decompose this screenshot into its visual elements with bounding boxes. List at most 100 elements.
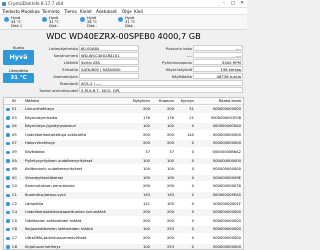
cell-attribute: Pyöritysyrityksen uudelleenyritykset [25,158,93,163]
drive-tab-2[interactable]: Hyvä 31 °C Disk - [40,16,76,29]
close-button[interactable]: ✕ [238,1,246,6]
health-dot-icon [80,17,85,22]
table-row[interactable]: C7 UltraDMA-tarkistussummavirheet 200 200 0 0… [4,235,243,242]
cell-raw: 00000000B6A2 [212,150,241,154]
col-threshold[interactable]: Kynnys [176,99,194,103]
table-row[interactable]: 05 Uudelleenkartoitettuja sektoreita 200 20… [4,132,243,139]
table-row[interactable]: C0 Sammutuksen peruutuksia 200 200 0 00000000… [4,183,243,190]
firmware-value: 80.00A80 [79,45,139,51]
cell-id: C7 [12,236,17,240]
cell-raw: 0000000000A0 [212,124,241,129]
cell-id: 04 [12,124,17,129]
temperature-badge[interactable]: 31 °C [3,73,34,83]
drive-model: WDC WD40EZRX-00SPEB0 4000,7 GB [46,31,201,41]
table-row[interactable]: 0C Virrankytkentäkerrat 100 100 0 00000000009… [4,174,243,182]
interface-value: Serial ATA [79,59,139,65]
col-id[interactable]: ID [12,99,16,103]
cell-current: 200 [142,107,150,111]
cell-threshold: 0 [191,158,194,163]
cell-current: 100 [142,167,150,172]
cell-raw: 000000000000 [212,158,241,163]
drive-tab-1[interactable]: Hyvä 34 °C Disk 1 [2,16,38,29]
menu-settings[interactable]: Asetukset [96,9,117,14]
cell-worst: 100 [166,124,174,129]
table-row[interactable]: 04 Käynnistys-/pysäytyslaskuri 100 100 0 0000… [4,123,243,130]
standard-value: ACS-2 | ---- [79,80,243,86]
cell-id: 0A [12,158,17,163]
cell-id: C2 [12,201,17,206]
table-row[interactable]: 09 Käyttöaika 37 37 0 00000000B6A2 [4,149,243,156]
table-row[interactable]: 01 Lukuvirhetiheys 200 200 51 000000000000 [4,106,243,113]
table-row[interactable]: C6 Korjaamattomien sektoreiden määrä 100 25… [4,226,243,233]
transfer-mode-value: SATA/600 | SATA/600 [79,66,139,72]
cell-attribute: Odottavien sektoreiden määrä [25,218,82,223]
serial-label: Sarjanumero [53,53,78,58]
power-on-hours-label: Käyttöaika [171,74,192,79]
menu-edit[interactable]: Muokkaa [21,9,40,14]
firmware-label: Laiteohjelmisto [48,46,78,51]
cell-current: 200 [142,132,150,137]
cell-threshold: 0 [191,175,194,180]
cell-id: C8 [12,244,17,249]
cell-attribute: Uudelleenkartoitettuja sektoreita [25,132,87,137]
health-dot-icon [42,17,47,22]
table-row[interactable]: 0A Pyöritysyrityksen uudelleenyritykset 10… [4,157,243,165]
cell-threshold: 0 [191,184,194,189]
col-current[interactable]: Nykyinen [130,99,150,103]
table-row[interactable]: C2 Lämpötila 121 105 0 00000000001F [4,201,243,208]
title-bar: CrystalDiskInfo 8.17.7 x64 – □ ✕ [0,0,247,8]
cell-raw: 000000005EA5 [212,193,241,197]
cell-worst: 176 [166,115,174,120]
status-dot-icon [6,227,10,232]
cell-threshold: 0 [191,218,194,223]
menu-disk[interactable]: Kielet [80,9,92,14]
cell-worst: 253 [166,227,174,232]
cell-worst: 200 [166,218,174,223]
cell-worst: 200 [166,184,174,189]
table-row[interactable]: 03 Käynnistymisaika 176 176 21 0000000001F08 [4,115,243,122]
cell-worst: 200 [166,236,174,240]
cell-attribute: Kirjoitusvirhetiheys [25,244,61,249]
cell-worst: 100 [166,167,174,172]
empty-value: ---- [193,52,243,58]
health-dot-icon [118,17,123,22]
smart-attributes-table: ID Määrite Nykyinen Huonoin Kynnys Raaka… [3,97,244,250]
cell-worst: 200 [166,132,174,137]
cell-current: 100 [142,175,150,180]
cell-raw: 000000000000 [212,107,241,111]
cell-raw: 000000000000 [212,167,241,172]
menu-function[interactable]: Toiminto [42,9,60,14]
health-status-badge[interactable]: Hyvä [3,50,34,65]
menu-help[interactable]: Ohje [122,9,132,14]
drive-tab-3[interactable]: Hyvä 28 °C Disk - [78,16,114,29]
menu-language[interactable]: Kieli [134,9,143,14]
cell-raw: 00000000009E [212,175,241,180]
table-row[interactable]: C5 Odottavien sektoreiden määrä 200 200 0 000… [4,218,243,225]
table-row[interactable]: 07 Hakuvirhetiheys 200 200 0 000000000000 [4,140,243,147]
drive-letter-value [79,73,139,79]
status-dot-icon [6,202,10,206]
table-row[interactable]: 0B Kalibroinnin uudelleenyritykset 100 100 0… [4,166,243,173]
col-raw[interactable]: Raaka arvot [197,99,241,103]
cell-worst: 200 [166,210,174,215]
menu-file[interactable]: Tiedosto [2,9,20,14]
standard-label: Standardi [59,81,78,86]
cell-threshold: 0 [191,236,194,240]
rotation-label: Pyörimisnopeus [161,60,192,65]
rotation-value: 5400 RPM [193,59,243,65]
col-attribute[interactable]: Määrite [25,99,39,103]
cell-current: 200 [142,141,150,146]
col-worst[interactable]: Huonoin [154,99,174,103]
cell-id: C1 [12,193,17,197]
table-row[interactable]: C8 Kirjoitusvirhetiheys 100 253 0 00000000000… [4,243,243,249]
cell-current: 193 [142,193,150,197]
drive-letter: Disk - [49,24,60,28]
table-row[interactable]: C1 Kuormitus/lataus-sykli 193 193 0 000000005… [4,192,243,199]
table-row[interactable]: C4 Uudelleenkohdistustapahtumien lukumäär… [4,209,243,216]
minimize-button[interactable]: – [220,1,228,6]
drive-tab-4[interactable]: Hyvä 31 °C Disk - [116,16,152,29]
maximize-button[interactable]: □ [229,1,237,6]
menu-theme[interactable]: Tiema [64,9,77,14]
status-dot-icon [6,107,10,111]
cell-id: C5 [12,218,17,223]
